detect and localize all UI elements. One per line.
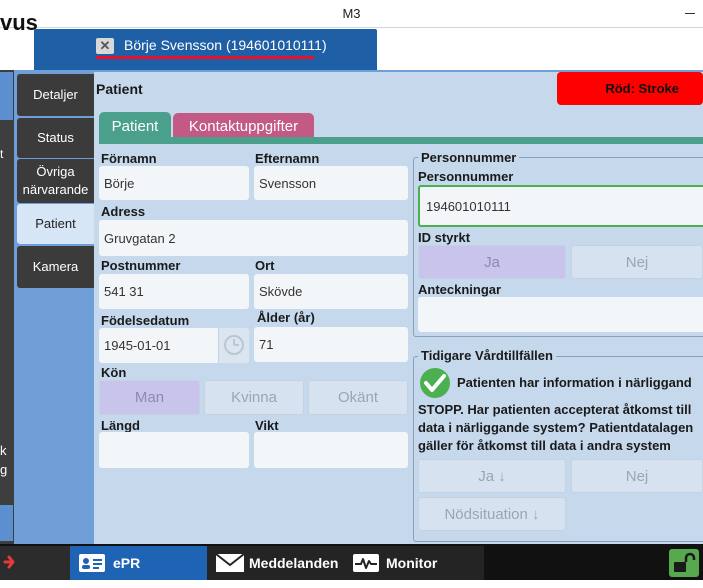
pnr-group-title: Personnummer [418, 150, 520, 165]
left-panel-text: t [0, 147, 4, 161]
tab-contact-details[interactable]: Kontaktuppgifter [173, 113, 314, 140]
page-title: Patient [96, 81, 143, 97]
messages-button[interactable]: Meddelanden [207, 546, 344, 580]
notes-label: Anteckningar [418, 282, 502, 297]
height-field[interactable] [99, 432, 249, 468]
epr-button[interactable]: ePR [70, 546, 207, 580]
city-field[interactable]: Skövde [254, 274, 408, 309]
date-picker-button[interactable] [218, 328, 249, 363]
consent-yes-button[interactable]: Ja ↓ [418, 459, 566, 493]
monitor-button[interactable]: Monitor [344, 546, 484, 580]
birthdate-label: Födelsedatum [101, 313, 190, 328]
bottom-edge [0, 580, 703, 588]
consent-no-button[interactable]: Nej [571, 459, 703, 493]
notes-field[interactable] [418, 297, 703, 332]
sex-label: Kön [101, 365, 127, 380]
left-panel-text: k [0, 443, 7, 458]
age-label: Ålder (år) [257, 310, 315, 325]
postcode-field[interactable]: 541 31 [99, 274, 249, 309]
id-verified-yes-button[interactable]: Ja [418, 245, 566, 279]
address-label: Adress [101, 204, 146, 219]
id-verified-label: ID styrkt [418, 230, 471, 245]
triage-badge: Röd: Stroke [557, 72, 703, 105]
pnr-label: Personnummer [418, 169, 514, 184]
sex-unknown-button[interactable]: Okänt [308, 380, 408, 415]
heartbeat-icon [353, 554, 379, 572]
patient-tab-label: Börje Svensson (194601010111) [124, 37, 327, 53]
height-label: Längd [101, 418, 140, 433]
epr-label: ePR [113, 555, 141, 571]
id-verified-no-button[interactable]: Nej [571, 245, 703, 279]
close-tab-icon[interactable]: ✕ [96, 38, 114, 54]
nav-item-camera[interactable]: Kamera [17, 246, 94, 288]
tab-underline-bar [99, 137, 703, 144]
age-field[interactable]: 71 [254, 327, 408, 362]
weight-label: Vikt [255, 418, 279, 433]
left-panel-button[interactable] [0, 505, 13, 541]
nav-item-patient[interactable]: Patient [17, 204, 94, 244]
sex-woman-button[interactable]: Kvinna [204, 380, 304, 415]
app-brand: vus [0, 10, 38, 35]
city-label: Ort [255, 258, 275, 273]
minimize-button[interactable] [683, 3, 697, 19]
firstname-field[interactable]: Börje [99, 166, 249, 200]
monitor-label: Monitor [386, 555, 438, 571]
patient-tab-underline [96, 56, 314, 59]
birthdate-value: 1945-01-01 [104, 338, 171, 353]
unlock-icon [674, 552, 696, 572]
weight-field[interactable] [254, 432, 408, 468]
nav-item-details[interactable]: Detaljer [17, 74, 94, 116]
tab-patient[interactable]: Patient [99, 112, 171, 140]
lastname-field[interactable]: Svensson [254, 166, 408, 200]
address-field[interactable]: Gruvgatan 2 [99, 220, 408, 256]
lock-button[interactable] [669, 549, 699, 577]
left-panel-button[interactable] [0, 72, 13, 120]
history-group-title: Tidigare Vårdtillfällen [418, 348, 556, 363]
messages-label: Meddelanden [249, 555, 339, 571]
nav-item-others-present[interactable]: Övriga närvarande [17, 159, 94, 203]
consent-warning-line3: gäller för åtkomst till data i andra sys… [418, 438, 671, 453]
nav-item-status[interactable]: Status [17, 118, 94, 158]
window-title: M3 [342, 6, 361, 21]
firstname-label: Förnamn [101, 151, 157, 166]
ambulance-icon [3, 552, 21, 572]
history-info-text: Patienten har information i närliggand [457, 375, 692, 390]
postcode-label: Postnummer [101, 258, 181, 273]
clock-icon [224, 335, 244, 355]
consent-warning-line1: STOPP. Har patienten accepterat åtkomst … [418, 402, 692, 417]
id-card-icon [79, 554, 105, 572]
consent-warning-line2: data i närliggande system? Patientdatala… [418, 420, 694, 435]
left-panel-text: g [0, 462, 8, 477]
lastname-label: Efternamn [255, 151, 320, 166]
envelope-icon [215, 553, 245, 572]
emergency-button[interactable]: Nödsituation ↓ [418, 497, 566, 531]
pnr-field[interactable]: 194601010111 [418, 185, 703, 227]
checkmark-icon [418, 367, 452, 399]
sex-man-button[interactable]: Man [99, 380, 200, 415]
